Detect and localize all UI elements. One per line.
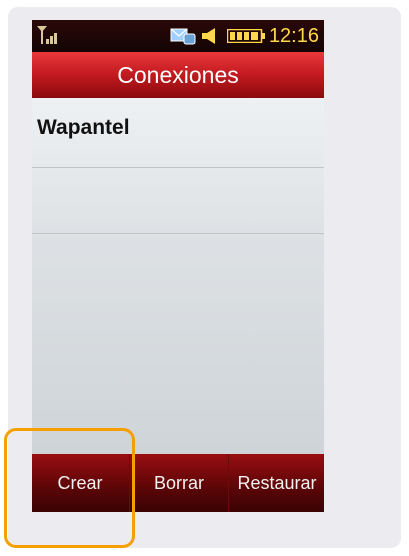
message-icon — [170, 28, 196, 45]
list-item[interactable]: Wapantel — [32, 98, 324, 168]
signal-icon — [37, 26, 57, 44]
connections-list: Wapantel — [32, 98, 324, 454]
status-bar: 12:16 — [32, 20, 324, 52]
delete-button[interactable]: Borrar — [129, 454, 228, 512]
highlight-box — [4, 428, 135, 548]
battery-icon — [227, 29, 265, 43]
page-title: Conexiones — [117, 62, 239, 88]
title-bar: Conexiones — [32, 52, 324, 98]
restore-button[interactable]: Restaurar — [228, 454, 324, 512]
list-item — [32, 168, 324, 234]
clock: 12:16 — [268, 25, 319, 47]
speaker-icon — [202, 28, 215, 44]
list-item-label: Wapantel — [37, 116, 130, 139]
